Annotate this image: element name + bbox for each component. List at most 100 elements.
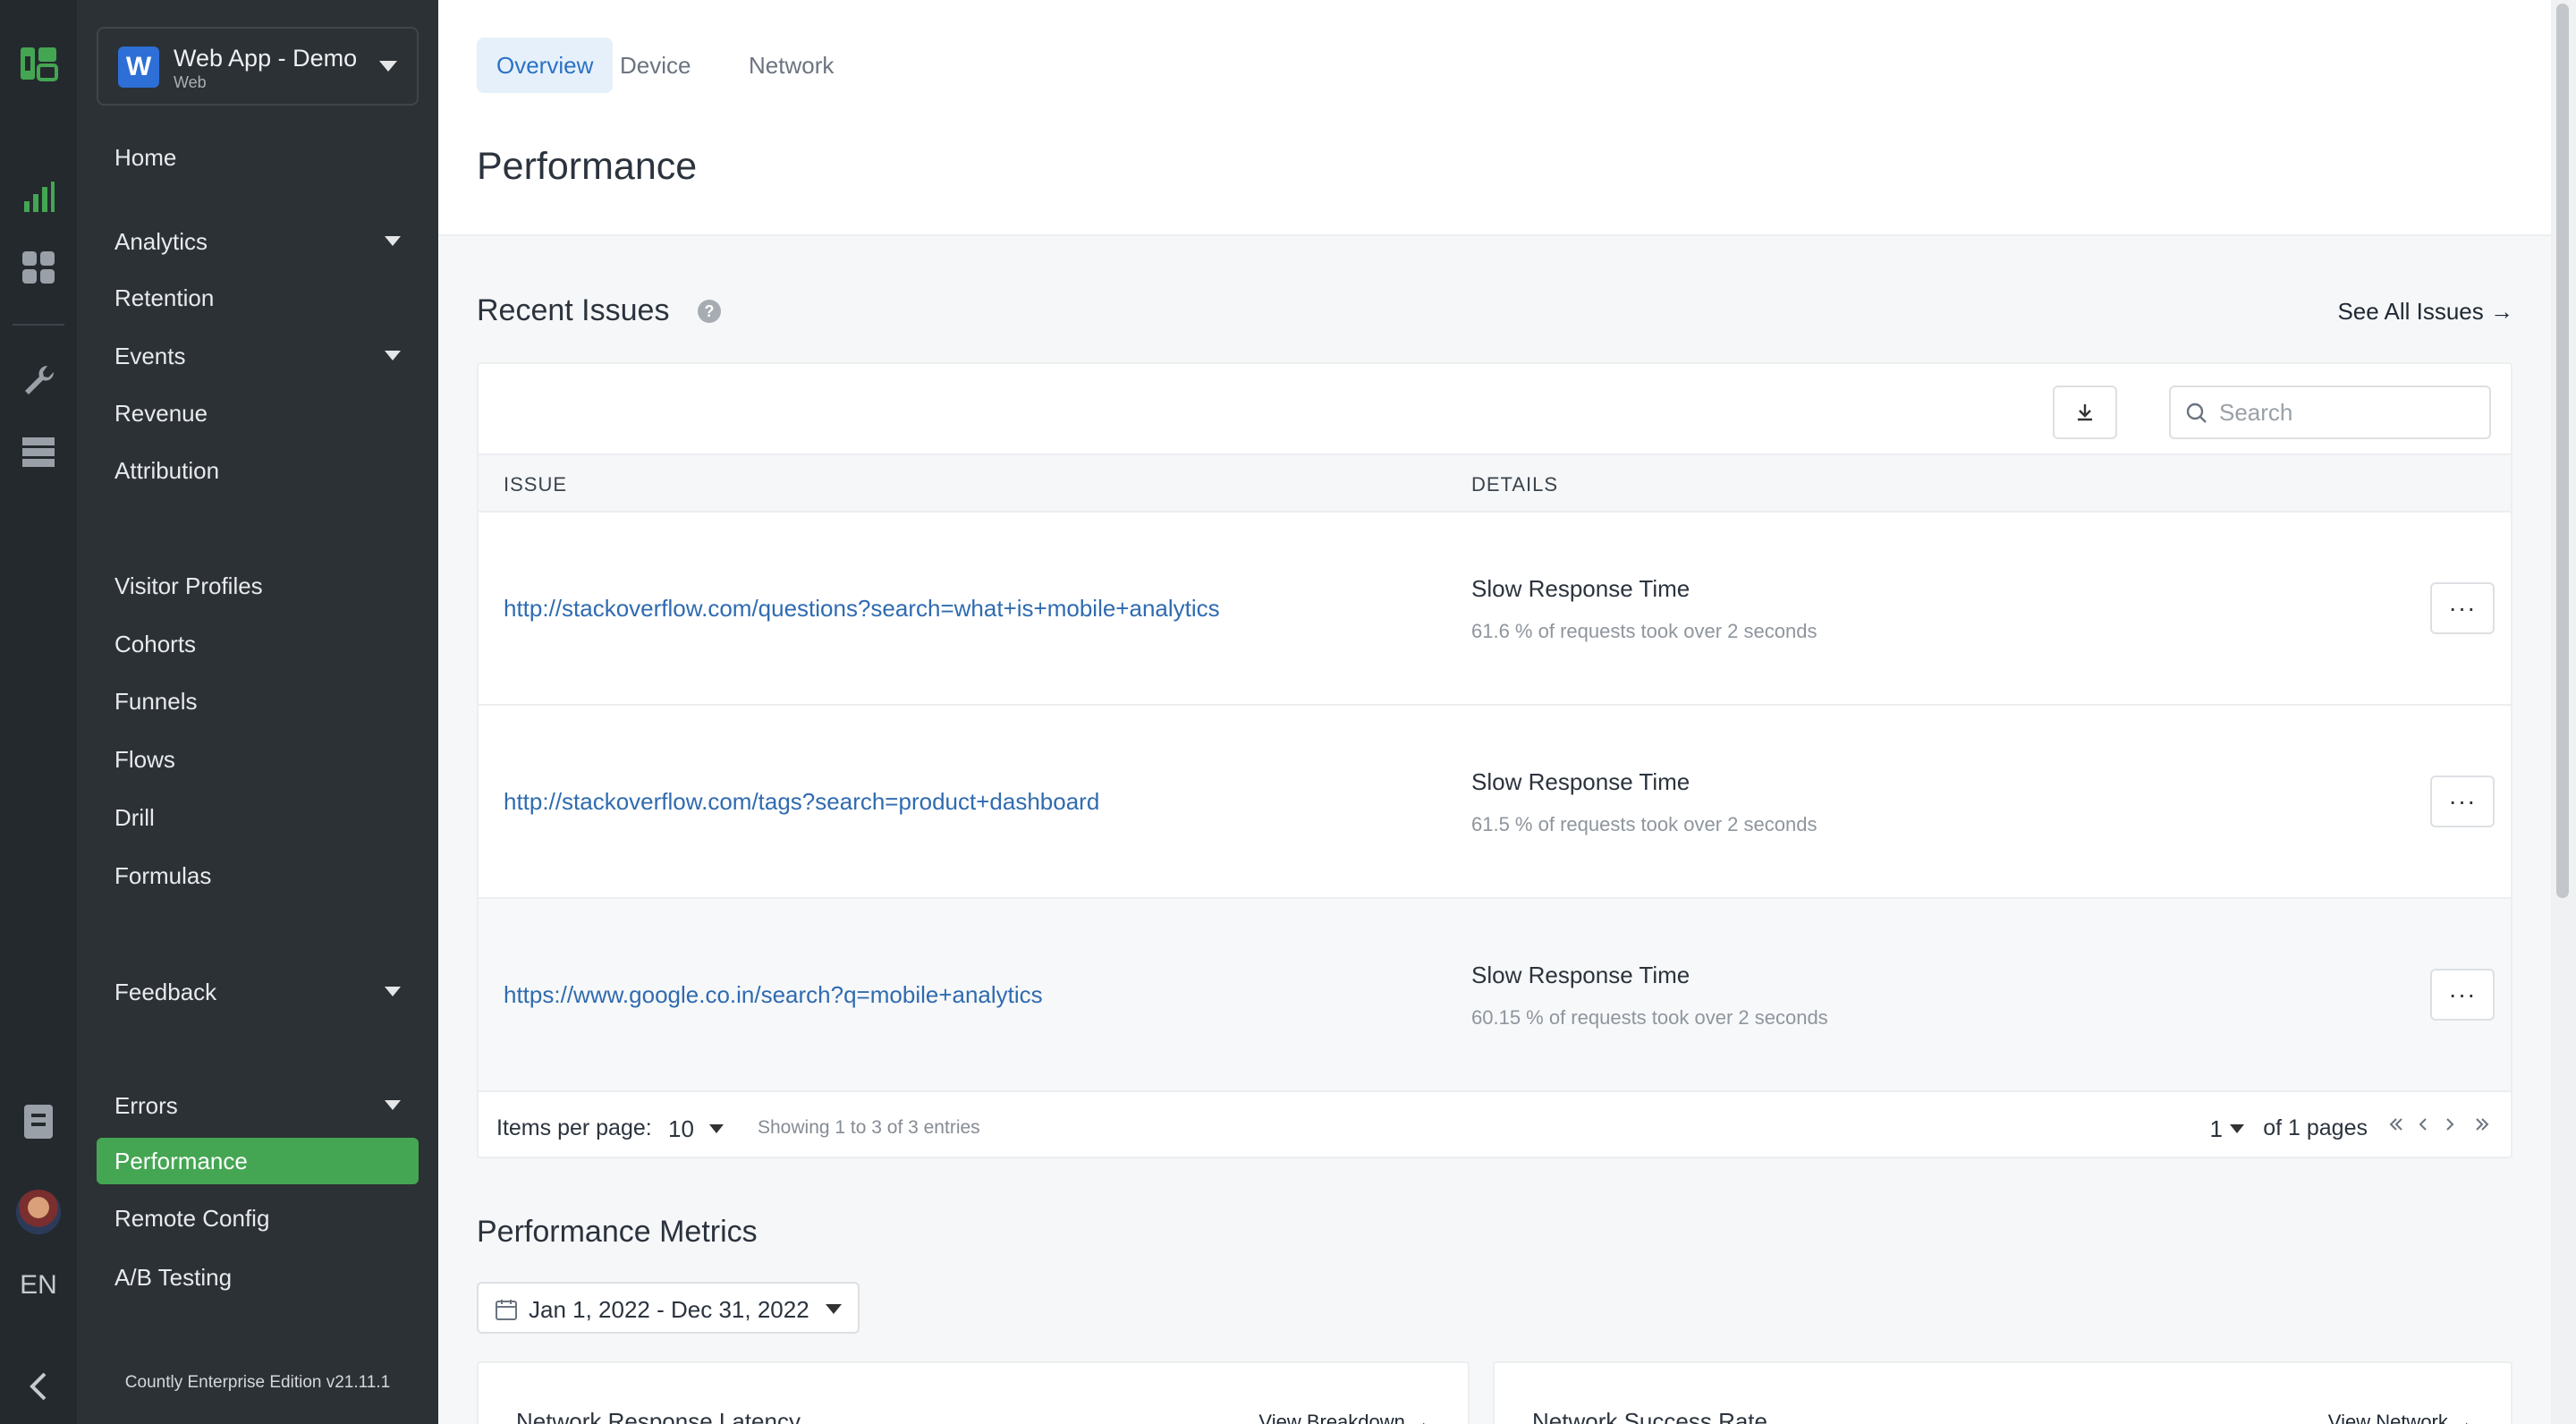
see-all-issues-link[interactable]: See All Issues → bbox=[2337, 298, 2513, 326]
more-options-button[interactable]: ··· bbox=[2430, 582, 2495, 634]
page-count-text: of 1 pages bbox=[2263, 1115, 2368, 1140]
card-title: Network Response Latency bbox=[516, 1408, 801, 1424]
sidebar-item-label: Visitor Profiles bbox=[114, 572, 263, 599]
tab-overview[interactable]: Overview bbox=[477, 38, 614, 93]
sidebar-item-performance[interactable]: Performance bbox=[97, 1138, 419, 1184]
search-input[interactable] bbox=[2219, 396, 2479, 428]
scrollbar[interactable] bbox=[2551, 0, 2576, 1424]
app-badge: W bbox=[118, 47, 159, 88]
caret-down-icon[interactable] bbox=[2230, 1124, 2244, 1133]
search-box[interactable] bbox=[2169, 386, 2491, 439]
issue-link[interactable]: http://stackoverflow.com/questions?searc… bbox=[504, 595, 1220, 623]
sidebar-item-attribution[interactable]: Attribution bbox=[97, 447, 419, 494]
download-button[interactable] bbox=[2053, 386, 2117, 439]
sidebar-item-flows[interactable]: Flows bbox=[97, 736, 419, 783]
clipboard-icon[interactable] bbox=[18, 1100, 59, 1141]
card-title: Network Success Rate bbox=[1532, 1408, 1767, 1424]
sidebar-item-label: Flows bbox=[114, 746, 175, 773]
date-range-text: Jan 1, 2022 - Dec 31, 2022 bbox=[529, 1296, 809, 1323]
issue-link[interactable]: https://www.google.co.in/search?q=mobile… bbox=[504, 981, 1043, 1009]
download-icon bbox=[2078, 404, 2092, 421]
sidebar-item-label: A/B Testing bbox=[114, 1264, 233, 1291]
pagination-bar: Items per page: 10 Showing 1 to 3 of 3 e… bbox=[479, 1096, 2511, 1158]
sidebar-item-retention[interactable]: Retention bbox=[97, 275, 419, 321]
sidebar-item-label: Attribution bbox=[114, 457, 220, 484]
column-header-details[interactable]: DETAILS bbox=[1471, 473, 1558, 496]
calendar-icon bbox=[496, 1300, 517, 1320]
sidebar-item-label: Formulas bbox=[114, 862, 212, 889]
sidebar: W Web App - Demo Web Home Analytics Rete… bbox=[77, 0, 438, 1424]
wrench-icon[interactable] bbox=[18, 360, 59, 401]
view-network-link[interactable]: View Network → bbox=[2328, 1411, 2473, 1424]
more-options-button[interactable]: ··· bbox=[2430, 969, 2495, 1021]
prev-page-icon[interactable] bbox=[2414, 1112, 2432, 1140]
rail-divider bbox=[13, 324, 64, 326]
sidebar-item-events[interactable]: Events bbox=[97, 333, 419, 379]
table-row: http://stackoverflow.com/questions?searc… bbox=[479, 513, 2511, 706]
dashboard-grid-icon[interactable] bbox=[18, 247, 59, 288]
view-breakdown-link[interactable]: View Breakdown → bbox=[1258, 1411, 1430, 1424]
sidebar-item-cohorts[interactable]: Cohorts bbox=[97, 621, 419, 667]
issue-detail-title: Slow Response Time bbox=[1471, 962, 1690, 988]
issue-detail-title: Slow Response Time bbox=[1471, 575, 1690, 602]
help-icon[interactable]: ? bbox=[698, 300, 721, 323]
sidebar-item-home[interactable]: Home bbox=[97, 134, 419, 181]
table-row: https://www.google.co.in/search?q=mobile… bbox=[479, 899, 2511, 1092]
language-switcher[interactable]: EN bbox=[0, 1270, 77, 1301]
column-header-issue[interactable]: ISSUE bbox=[504, 473, 567, 496]
date-range-picker[interactable]: Jan 1, 2022 - Dec 31, 2022 bbox=[477, 1282, 860, 1334]
more-options-button[interactable]: ··· bbox=[2430, 776, 2495, 827]
sidebar-item-ab-testing[interactable]: A/B Testing bbox=[97, 1254, 419, 1301]
sidebar-item-remote-config[interactable]: Remote Config bbox=[97, 1195, 419, 1242]
network-latency-card: Network Response Latency View Breakdown … bbox=[477, 1361, 1470, 1424]
tab-device[interactable]: Device bbox=[600, 38, 710, 93]
showing-entries-text: Showing 1 to 3 of 3 entries bbox=[758, 1117, 980, 1138]
caret-down-icon bbox=[385, 351, 401, 360]
sidebar-item-label: Errors bbox=[114, 1092, 178, 1119]
avatar[interactable] bbox=[16, 1190, 61, 1234]
caret-down-icon bbox=[385, 236, 401, 246]
analytics-bars-icon[interactable] bbox=[18, 177, 59, 218]
scrollbar-thumb[interactable] bbox=[2556, 4, 2569, 898]
sidebar-item-feedback[interactable]: Feedback bbox=[97, 969, 419, 1015]
chevron-left-icon[interactable] bbox=[0, 1364, 77, 1409]
sidebar-item-errors[interactable]: Errors bbox=[97, 1082, 419, 1129]
issue-link[interactable]: http://stackoverflow.com/tags?search=pro… bbox=[504, 788, 1099, 816]
sidebar-item-label: Remote Config bbox=[114, 1205, 270, 1232]
first-page-icon[interactable] bbox=[2387, 1112, 2405, 1140]
caret-down-icon[interactable] bbox=[709, 1124, 724, 1133]
version-label: Countly Enterprise Edition v21.11.1 bbox=[124, 1373, 391, 1392]
last-page-icon[interactable] bbox=[2473, 1112, 2491, 1140]
sidebar-item-formulas[interactable]: Formulas bbox=[97, 852, 419, 899]
sidebar-item-funnels[interactable]: Funnels bbox=[97, 678, 419, 725]
table-row: http://stackoverflow.com/tags?search=pro… bbox=[479, 706, 2511, 899]
sidebar-item-label: Funnels bbox=[114, 688, 198, 715]
sidebar-item-label: Events bbox=[114, 343, 186, 369]
sidebar-item-label: Revenue bbox=[114, 400, 208, 427]
items-per-page-label: Items per page: bbox=[496, 1115, 652, 1140]
search-icon bbox=[2186, 403, 2207, 423]
tab-network[interactable]: Network bbox=[729, 38, 853, 93]
sidebar-item-label: Cohorts bbox=[114, 631, 197, 657]
sidebar-item-revenue[interactable]: Revenue bbox=[97, 390, 419, 437]
sidebar-item-visitor-profiles[interactable]: Visitor Profiles bbox=[97, 563, 419, 609]
database-icon[interactable] bbox=[18, 431, 59, 472]
sidebar-item-label: Drill bbox=[114, 804, 155, 831]
countly-logo-icon[interactable] bbox=[18, 43, 59, 84]
page-header: Overview Device Network Performance bbox=[438, 0, 2551, 236]
issue-detail-title: Slow Response Time bbox=[1471, 768, 1690, 795]
app-selector[interactable]: W Web App - Demo Web bbox=[97, 27, 419, 106]
page-select[interactable]: 1 bbox=[2210, 1115, 2223, 1143]
caret-down-icon bbox=[385, 1100, 401, 1110]
items-per-page-select[interactable]: 10 bbox=[668, 1115, 694, 1143]
sidebar-item-label: Home bbox=[114, 144, 177, 171]
sidebar-item-analytics[interactable]: Analytics bbox=[97, 218, 419, 265]
caret-down-icon bbox=[379, 61, 397, 72]
sidebar-item-label: Retention bbox=[114, 284, 215, 311]
recent-issues-table: ISSUE DETAILS http://stackoverflow.com/q… bbox=[477, 362, 2512, 1158]
caret-down-icon bbox=[385, 987, 401, 996]
sidebar-item-drill[interactable]: Drill bbox=[97, 794, 419, 841]
next-page-icon[interactable] bbox=[2441, 1112, 2459, 1140]
sidebar-item-label: Analytics bbox=[114, 228, 208, 255]
icon-rail: EN bbox=[0, 0, 77, 1424]
